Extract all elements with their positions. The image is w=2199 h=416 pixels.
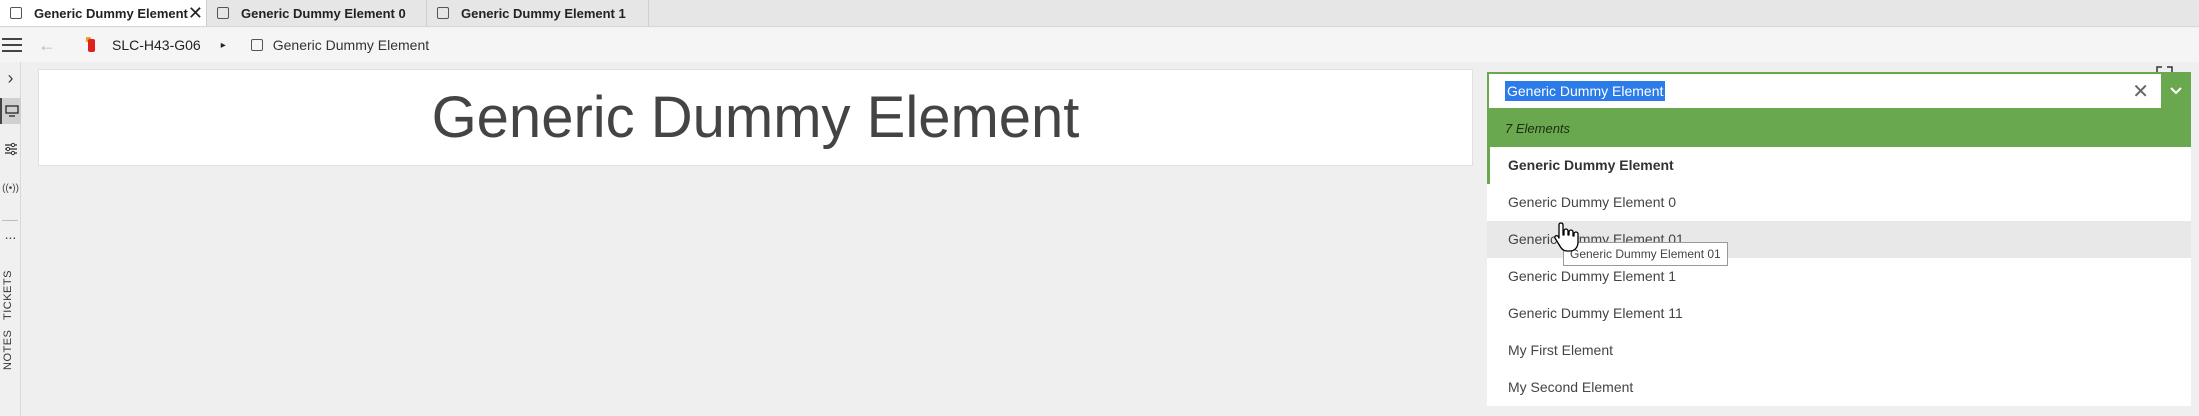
notes-tab[interactable]: NOTES <box>2 330 18 370</box>
close-icon[interactable]: ✕ <box>188 4 203 22</box>
dropdown-list: Generic Dummy Element Generic Dummy Eleme… <box>1487 147 2191 406</box>
dropdown-option[interactable]: My Second Element <box>1487 369 2191 406</box>
toolbar: ← SLC-H43-G06 ▸ Generic Dummy Element <box>0 28 2199 62</box>
more-icon[interactable]: ... <box>0 227 21 246</box>
dropdown-option[interactable]: Generic Dummy Element <box>1487 147 2191 184</box>
broadcast-icon[interactable]: ((•)) <box>0 178 21 200</box>
element-type-icon <box>86 37 96 53</box>
title-card: Generic Dummy Element <box>38 69 1473 166</box>
element-selector-dropdown: Generic Dummy Element ✕ 7 Elements Gener… <box>1487 72 2191 406</box>
breadcrumb-separator-icon: ▸ <box>220 39 226 51</box>
element-checkbox-icon <box>10 7 22 19</box>
dropdown-option[interactable]: Generic Dummy Element 11 <box>1487 295 2191 332</box>
monitor-icon[interactable] <box>0 98 21 124</box>
breadcrumb-current[interactable]: Generic Dummy Element <box>273 37 429 53</box>
element-checkbox-icon <box>437 7 449 19</box>
element-checkbox-icon <box>217 7 229 19</box>
breadcrumb-root[interactable]: SLC-H43-G06 <box>112 37 201 53</box>
element-search-input[interactable]: Generic Dummy Element ✕ <box>1487 72 2191 110</box>
rail-divider <box>2 220 18 221</box>
tab-label: Generic Dummy Element <box>34 5 188 21</box>
tab-generic-dummy-element[interactable]: Generic Dummy Element ✕ <box>0 0 207 26</box>
tickets-tab[interactable]: TICKETS <box>2 270 18 320</box>
element-checkbox-icon <box>250 39 263 51</box>
tab-generic-dummy-element-0[interactable]: Generic Dummy Element 0 <box>207 0 427 26</box>
tab-label: Generic Dummy Element 1 <box>461 5 626 21</box>
clear-icon[interactable]: ✕ <box>2132 79 2149 104</box>
tooltip: Generic Dummy Element 01 <box>1563 242 1728 266</box>
page-title: Generic Dummy Element <box>431 85 1080 150</box>
tab-strip: Generic Dummy Element ✕ Generic Dummy El… <box>0 0 2199 27</box>
dropdown-option[interactable]: My First Element <box>1487 332 2191 369</box>
sliders-icon[interactable] <box>0 138 21 160</box>
hand-cursor-icon <box>1554 222 1579 252</box>
hamburger-menu-icon[interactable] <box>2 38 22 52</box>
back-arrow-icon[interactable]: ← <box>38 35 56 56</box>
side-rail: › ((•)) ... TICKETS NOTES <box>0 62 21 416</box>
dropdown-option[interactable]: Generic Dummy Element 0 <box>1487 184 2191 221</box>
tab-label: Generic Dummy Element 0 <box>241 5 406 21</box>
tab-generic-dummy-element-1[interactable]: Generic Dummy Element 1 <box>427 0 649 26</box>
element-count-header: 7 Elements <box>1487 110 2191 147</box>
selected-text[interactable]: Generic Dummy Element <box>1505 81 1666 101</box>
expand-chevron-icon[interactable]: › <box>0 66 21 90</box>
chevron-down-icon[interactable] <box>2161 72 2191 110</box>
